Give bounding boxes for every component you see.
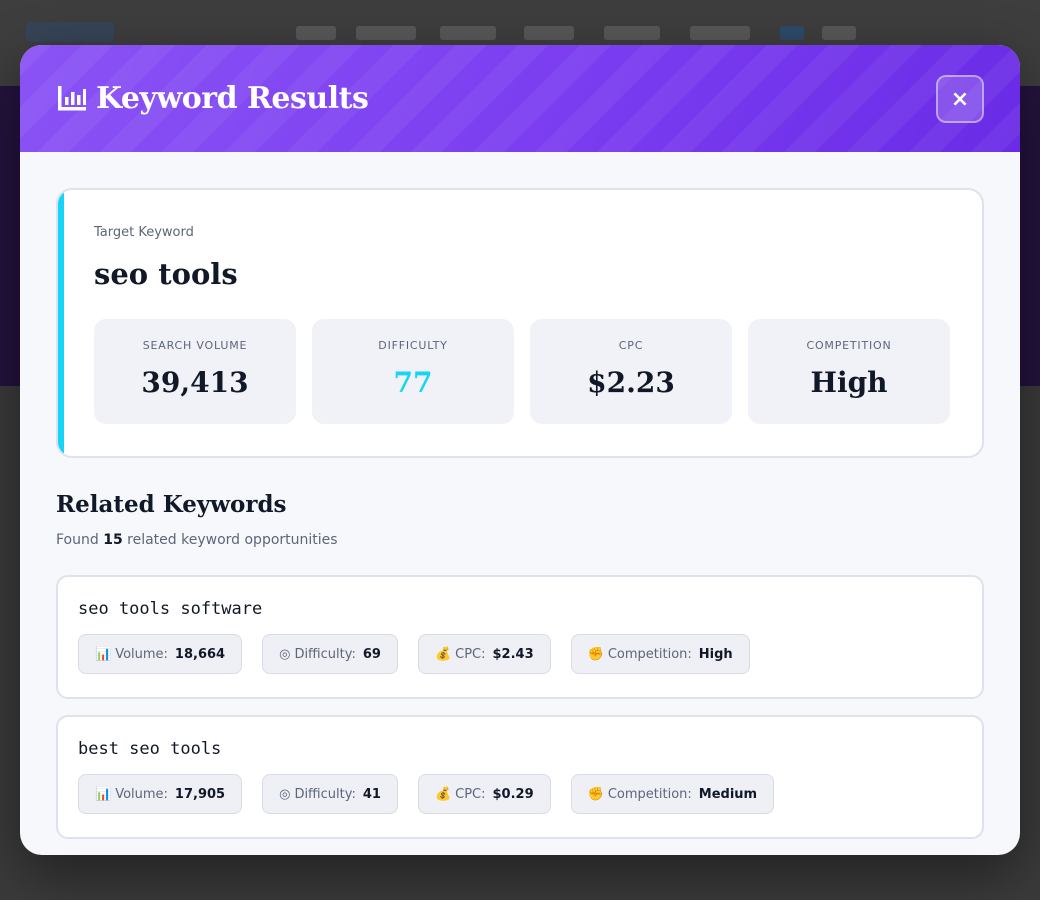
target-keyword-card: Target Keyword seo tools SEARCH VOLUME 3… <box>56 188 984 458</box>
target-keyword-label: Target Keyword <box>94 225 194 240</box>
related-keywords-title: Related Keywords <box>56 491 287 518</box>
bar-chart-icon: 📊 <box>95 646 112 662</box>
background-nav-item <box>440 26 496 40</box>
stat-competition: COMPETITION High <box>748 319 950 424</box>
target-icon: ◎ <box>279 786 291 802</box>
competition-chip: ✊ Competition: Medium <box>570 774 775 814</box>
target-stats: SEARCH VOLUME 39,413 DIFFICULTY 77 CPC $… <box>94 319 950 424</box>
chip-label: Difficulty: <box>294 646 356 662</box>
chip-value: High <box>698 646 733 662</box>
chip-label: Volume: <box>115 786 168 802</box>
background-nav-item <box>780 26 804 40</box>
background-nav-item <box>296 26 336 40</box>
chip-label: Competition: <box>607 646 692 662</box>
difficulty-chip: ◎ Difficulty: 41 <box>262 774 398 814</box>
difficulty-chip: ◎ Difficulty: 69 <box>262 634 398 674</box>
chip-value: Medium <box>698 786 758 802</box>
related-keyword-name: seo tools software <box>78 599 263 619</box>
background-nav-item <box>356 26 416 40</box>
fist-icon: ✊ <box>587 786 604 802</box>
stat-label: SEARCH VOLUME <box>142 339 248 352</box>
money-bag-icon: 💰 <box>434 646 452 662</box>
modal-body: Target Keyword seo tools SEARCH VOLUME 3… <box>20 152 1020 839</box>
chip-value: 17,905 <box>174 786 226 802</box>
background-nav-item <box>604 26 660 40</box>
stat-value: High <box>810 366 888 399</box>
chip-label: CPC: <box>455 786 486 802</box>
keyword-metrics: 📊 Volume: 17,905 ◎ Difficulty: 41 💰 CPC:… <box>78 774 962 814</box>
background-logo <box>26 22 114 42</box>
chip-label: CPC: <box>455 646 486 662</box>
stat-label: DIFFICULTY <box>378 339 448 352</box>
stat-value: 39,413 <box>141 366 249 399</box>
target-icon: ◎ <box>279 646 291 662</box>
stat-value: 77 <box>393 366 433 399</box>
chip-value: 69 <box>362 646 381 662</box>
background-nav-item <box>524 26 574 40</box>
related-keyword-list: seo tools software 📊 Volume: 18,664 ◎ Di… <box>56 575 984 839</box>
card-accent-bar <box>58 190 64 456</box>
chip-value: $2.43 <box>492 646 534 662</box>
background-nav-item <box>822 26 856 40</box>
chip-label: Difficulty: <box>294 786 356 802</box>
stat-label: CPC <box>618 339 644 352</box>
related-keyword-name: best seo tools <box>78 739 222 759</box>
chip-label: Volume: <box>115 646 168 662</box>
close-icon: × <box>950 86 970 112</box>
close-button[interactable]: × <box>936 75 984 123</box>
bar-chart-icon <box>58 85 86 110</box>
stat-difficulty: DIFFICULTY 77 <box>312 319 514 424</box>
chip-value: 41 <box>362 786 381 802</box>
volume-chip: 📊 Volume: 18,664 <box>78 634 243 674</box>
found-suffix: related keyword opportunities <box>127 532 338 548</box>
stat-value: $2.23 <box>587 366 675 399</box>
cpc-chip: 💰 CPC: $2.43 <box>417 634 551 674</box>
chip-value: $0.29 <box>492 786 534 802</box>
cpc-chip: 💰 CPC: $0.29 <box>417 774 551 814</box>
stat-label: COMPETITION <box>806 339 892 352</box>
modal-header: Keyword Results × <box>20 45 1020 152</box>
bar-chart-icon: 📊 <box>95 786 112 802</box>
chip-value: 18,664 <box>174 646 226 662</box>
background-nav-item <box>690 26 750 40</box>
keyword-results-modal: Keyword Results × Target Keyword seo too… <box>20 45 1020 855</box>
related-keywords-summary: Found 15 related keyword opportunities <box>56 532 984 548</box>
stat-search-volume: SEARCH VOLUME 39,413 <box>94 319 296 424</box>
related-keyword-card[interactable]: best seo tools 📊 Volume: 17,905 ◎ Diffic… <box>56 715 984 839</box>
related-keyword-card[interactable]: seo tools software 📊 Volume: 18,664 ◎ Di… <box>56 575 984 699</box>
related-count: 15 <box>103 532 123 548</box>
chip-label: Competition: <box>607 786 692 802</box>
modal-title-group: Keyword Results <box>56 81 369 116</box>
modal-title: Keyword Results <box>96 81 369 116</box>
target-keyword-value: seo tools <box>94 257 238 291</box>
volume-chip: 📊 Volume: 17,905 <box>78 774 243 814</box>
found-prefix: Found <box>56 532 99 548</box>
keyword-metrics: 📊 Volume: 18,664 ◎ Difficulty: 69 💰 CPC:… <box>78 634 962 674</box>
money-bag-icon: 💰 <box>434 786 452 802</box>
stat-cpc: CPC $2.23 <box>530 319 732 424</box>
fist-icon: ✊ <box>587 646 604 662</box>
competition-chip: ✊ Competition: High <box>570 634 750 674</box>
